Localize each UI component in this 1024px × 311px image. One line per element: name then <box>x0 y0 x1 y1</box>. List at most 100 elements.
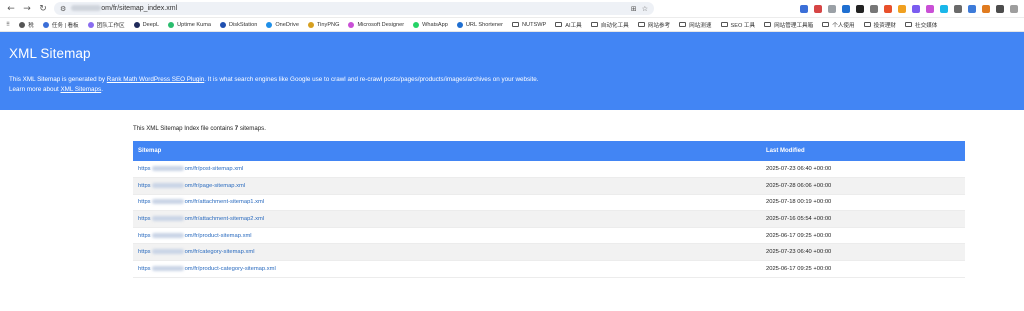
bookmark-folder[interactable]: 个人使用 <box>822 21 855 29</box>
header-description: This XML Sitemap is generated by Rank Ma… <box>9 75 1015 95</box>
intro-text: This XML Sitemap Index file contains <box>133 125 235 132</box>
puzzle-icon[interactable] <box>996 4 1004 13</box>
extension-icon[interactable] <box>968 4 976 13</box>
bookmark-item[interactable]: 税 <box>19 21 34 29</box>
bookmark-label: Microsoft Designer <box>357 21 405 28</box>
bookmark-label: DeepL <box>142 21 160 28</box>
site-info-icon[interactable]: ⚙ <box>60 5 66 13</box>
bookmark-folder[interactable]: 网站测速 <box>679 21 712 29</box>
extension-icon[interactable] <box>912 4 920 13</box>
bookmark-folder[interactable]: 自动化工具 <box>590 21 629 29</box>
bookmark-item[interactable]: DeepL <box>133 21 160 28</box>
url-path: om/fr/attachment-sitemap2.xml <box>184 216 265 223</box>
bookmark-item[interactable]: 任务 | 看板 <box>42 21 79 29</box>
bookmark-folder[interactable]: 网站管理工具箱 <box>764 21 813 29</box>
bookmark-item[interactable]: TinyPNG <box>307 21 340 28</box>
bookmark-label: Uptime Kuma <box>177 21 212 28</box>
bookmark-label: 自动化工具 <box>600 22 629 29</box>
extensions-bar <box>800 4 1018 13</box>
extension-icon[interactable] <box>926 4 934 13</box>
extension-icon[interactable] <box>870 4 878 13</box>
folder-icon <box>679 22 687 27</box>
extension-icon[interactable] <box>856 4 864 13</box>
extension-icon[interactable] <box>954 4 962 13</box>
apps-icon[interactable]: ⠿ <box>6 22 10 28</box>
bookmark-label: 网站测速 <box>689 22 712 29</box>
bookmark-item[interactable]: Microsoft Designer <box>348 21 405 28</box>
last-modified-cell: 2025-07-28 06:06 +00:00 <box>762 177 965 195</box>
bookmark-item[interactable]: DiskStation <box>220 21 257 28</box>
url-path: om/fr/product-category-sitemap.xml <box>184 265 276 272</box>
last-modified-cell: 2025-06-17 09:25 +00:00 <box>762 227 965 245</box>
extension-icon[interactable] <box>982 4 990 13</box>
column-header-sitemap: Sitemap <box>133 141 762 161</box>
bookmark-item[interactable]: Uptime Kuma <box>168 21 212 28</box>
table-row: https om/fr/post-sitemap.xml 2025-07-23 06… <box>133 161 965 179</box>
xml-sitemaps-link[interactable]: XML Sitemaps <box>60 86 101 93</box>
url-redacted <box>151 216 184 222</box>
learn-more-text: Learn more about <box>9 86 61 93</box>
description-text-end: . It is what search engines like Google … <box>204 76 539 83</box>
table-row: https om/fr/product-category-sitemap.xml 2… <box>133 260 965 278</box>
folder-icon <box>512 22 519 27</box>
translate-icon[interactable]: ⊞ <box>631 5 637 13</box>
sitemap-count-text: This XML Sitemap Index file contains 7 s… <box>133 125 965 132</box>
bookmark-item[interactable]: OneDrive <box>266 21 299 28</box>
bookmark-label: TinyPNG <box>316 21 340 28</box>
url-redacted <box>151 182 184 188</box>
folder-icon <box>863 22 871 27</box>
table-row: https om/fr/product-sitemap.xml 2025-06-17… <box>133 227 965 245</box>
sitemap-content: This XML Sitemap Index file contains 7 s… <box>133 125 965 278</box>
extension-icon[interactable] <box>814 4 822 13</box>
bookmark-label: 网站参考 <box>647 22 671 29</box>
bookmark-folder[interactable]: 投资理财 <box>863 21 896 29</box>
rank-math-link[interactable]: Rank Math WordPress SEO Plugin <box>107 76 205 83</box>
extension-icon[interactable] <box>884 4 892 13</box>
sitemap-link[interactable]: https om/fr/post-sitemap.xml <box>133 161 762 179</box>
bookmark-folder[interactable]: 网站参考 <box>637 21 671 29</box>
sitemap-link[interactable]: https om/fr/attachment-sitemap2.xml <box>133 210 762 228</box>
learn-more-period: . <box>101 86 103 93</box>
bookmark-folder[interactable]: SEO 工具 <box>720 21 756 29</box>
folder-icon <box>637 22 645 27</box>
bookmark-label: NUTSWP <box>522 21 547 28</box>
bookmark-item[interactable]: 团队工作区 <box>87 21 125 29</box>
folder-icon <box>590 22 598 27</box>
sitemap-link[interactable]: https om/fr/attachment-sitemap1.xml <box>133 194 762 212</box>
extension-icon[interactable] <box>842 4 850 13</box>
bookmark-folder[interactable]: NUTSWP <box>512 22 546 28</box>
bookmark-favicon-icon <box>87 21 94 28</box>
sitemap-link[interactable]: https om/fr/page-sitemap.xml <box>133 177 762 195</box>
bookmark-item[interactable]: WhatsApp <box>413 21 448 28</box>
bookmark-folder[interactable]: AI工具 <box>555 21 582 29</box>
forward-icon[interactable]: → <box>22 4 32 14</box>
extension-icon[interactable] <box>800 4 808 13</box>
reload-icon[interactable]: ↻ <box>38 4 48 14</box>
url-path: om/fr/category-sitemap.xml <box>184 249 255 256</box>
sitemap-link[interactable]: https om/fr/category-sitemap.xml <box>133 243 762 262</box>
bookmark-folder[interactable]: 社交媒体 <box>905 21 937 29</box>
back-icon[interactable]: ← <box>6 4 16 14</box>
extension-icon[interactable] <box>898 4 906 13</box>
url-scheme: https <box>138 199 151 206</box>
folder-icon <box>720 22 728 27</box>
folder-icon <box>822 22 830 27</box>
bookmark-star-icon[interactable]: ☆ <box>642 5 648 13</box>
table-row: https om/fr/page-sitemap.xml 2025-07-28 06… <box>133 177 965 195</box>
sitemap-link[interactable]: https om/fr/product-sitemap.xml <box>133 227 762 245</box>
extension-icon[interactable] <box>828 4 836 13</box>
bookmark-label: 个人使用 <box>832 22 855 29</box>
address-bar[interactable]: ⚙ om/fr/sitemap_index.xml ⊞ ☆ <box>54 2 654 15</box>
bookmark-item[interactable]: URL Shortener <box>456 21 503 28</box>
table-header-row: Sitemap Last Modified <box>133 141 965 161</box>
bookmark-favicon-icon <box>307 21 314 28</box>
bookmark-label: SEO 工具 <box>730 22 756 29</box>
sitemap-table: Sitemap Last Modified https om/fr/post-si… <box>133 141 965 278</box>
url-path: om/fr/post-sitemap.xml <box>184 166 244 173</box>
menu-icon[interactable] <box>1010 4 1018 13</box>
url-scheme: https <box>138 216 151 223</box>
page-title: XML Sitemap <box>9 46 91 61</box>
bookmark-label: WhatsApp <box>422 21 448 28</box>
extension-icon[interactable] <box>940 4 948 13</box>
sitemap-link[interactable]: https om/fr/product-category-sitemap.xml <box>133 260 762 278</box>
